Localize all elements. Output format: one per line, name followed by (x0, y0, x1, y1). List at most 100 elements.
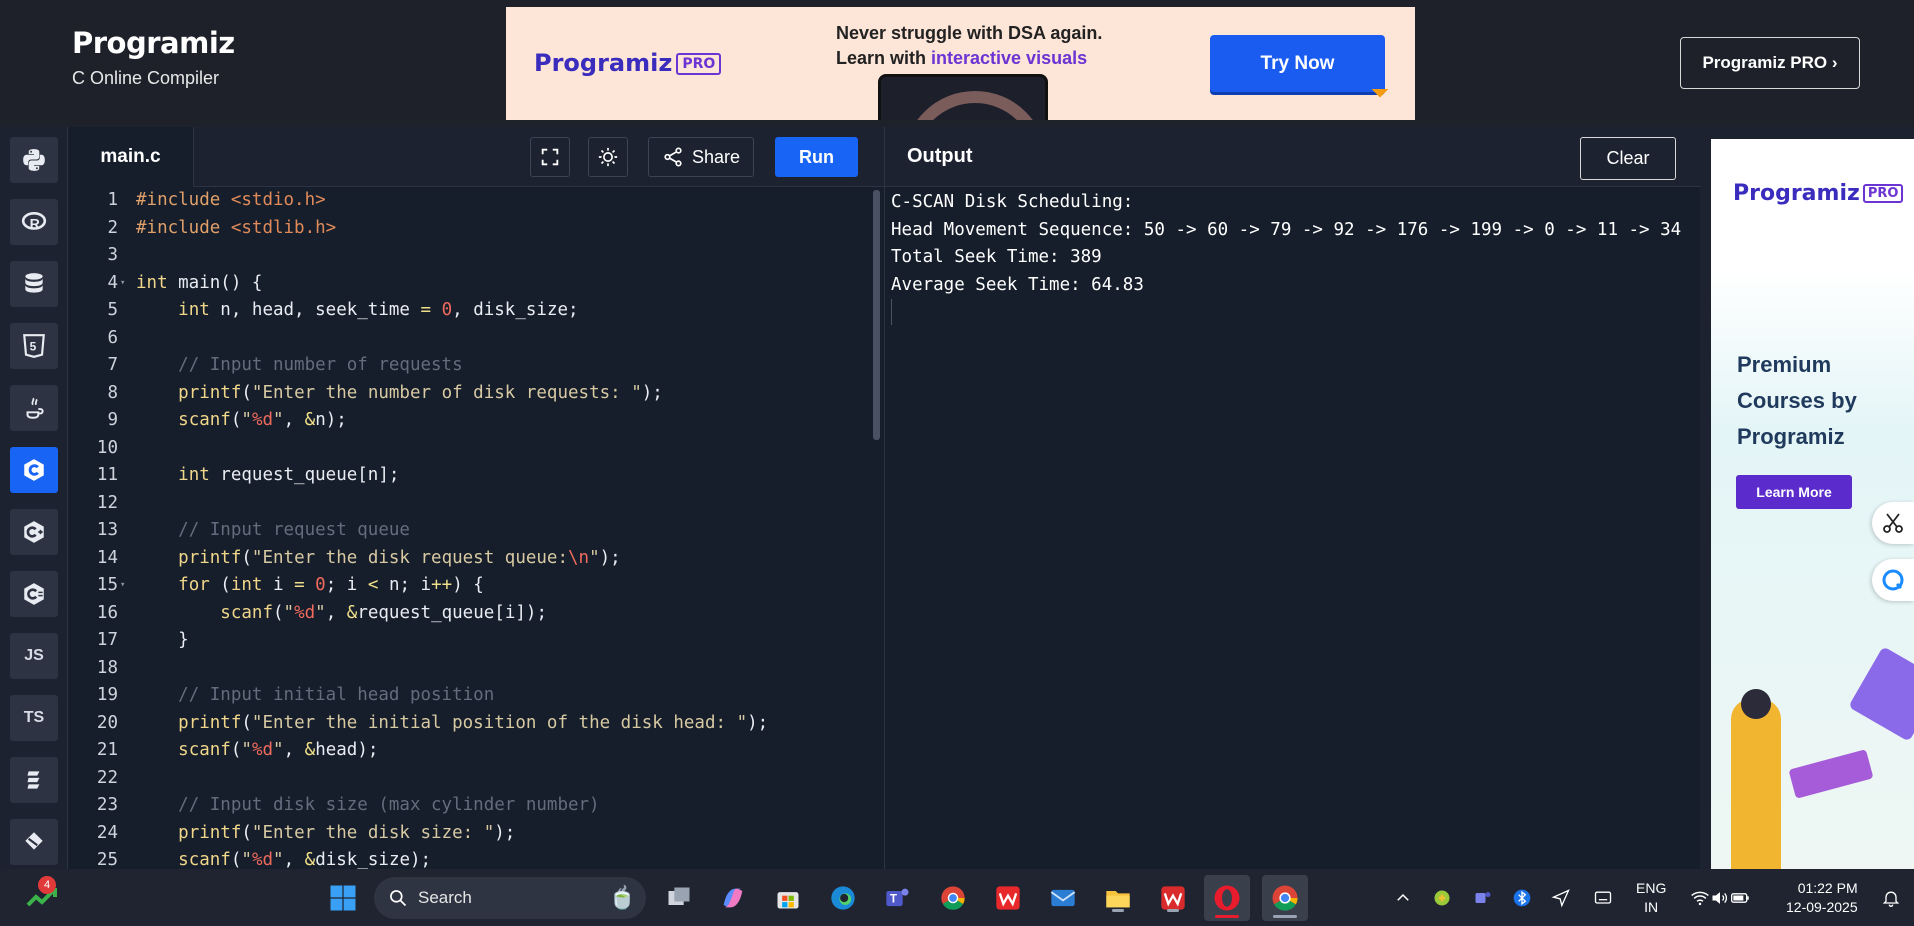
go-icon[interactable] (10, 757, 58, 803)
wps-office-icon[interactable] (991, 881, 1025, 915)
running-indicator (1215, 915, 1239, 918)
code-area[interactable]: 1 #include <stdio.h> 2 #include <stdlib.h> 3… (68, 187, 884, 869)
brand[interactable]: Programiz C Online Compiler (72, 26, 235, 89)
fullscreen-icon (541, 148, 559, 166)
programiz-logo[interactable]: Programiz (72, 26, 235, 60)
code-line[interactable]: 23 // Input disk size (max cylinder numb… (68, 792, 884, 820)
c-language-icon[interactable] (10, 447, 58, 493)
code-text: #include <stdio.h> (136, 190, 326, 210)
code-line[interactable]: 3 (68, 242, 884, 270)
side-ad-pro-tag: PRO (1862, 184, 1904, 203)
try-now-button[interactable]: Try Now (1210, 35, 1385, 92)
code-line[interactable]: 18 (68, 655, 884, 683)
code-line[interactable]: 20 printf("Enter the initial position of… (68, 710, 884, 738)
code-line[interactable]: 8 printf("Enter the number of disk reque… (68, 380, 884, 408)
top-ad-banner[interactable]: Programiz PRO Never struggle with DSA aga… (506, 7, 1415, 120)
output-panel: Output Clear C-SCAN Disk Scheduling: Head… (884, 127, 1701, 869)
wps-pdf-icon[interactable] (1156, 881, 1190, 915)
windows-start-icon[interactable] (326, 881, 360, 915)
code-line[interactable]: 15 ▾ for (int i = 0; i < n; i++) { (68, 572, 884, 600)
search-highlight-icon: 🍵 (608, 885, 636, 910)
code-line[interactable]: 12 (68, 490, 884, 518)
file-explorer-icon[interactable] (1101, 881, 1135, 915)
teams-icon[interactable]: T (881, 881, 915, 915)
cpp-icon[interactable] (10, 509, 58, 555)
learn-more-button[interactable]: Learn More (1736, 475, 1852, 509)
side-ad-heading: Premium Courses by Programiz (1737, 347, 1857, 455)
chat-assistant-icon[interactable] (1872, 559, 1914, 601)
location-icon[interactable] (1544, 881, 1578, 915)
fold-arrow-icon[interactable]: ▾ (120, 572, 125, 600)
code-line[interactable]: 19 // Input initial head position (68, 682, 884, 710)
scissors-icon[interactable] (1872, 502, 1914, 544)
teams-tray-icon[interactable] (1466, 881, 1500, 915)
chrome-icon[interactable] (936, 881, 970, 915)
python-icon[interactable] (10, 137, 58, 183)
security-tray-icon[interactable] (1425, 881, 1459, 915)
file-tab-main-c[interactable]: main.c (68, 127, 194, 187)
code-text: printf("Enter the number of disk request… (178, 382, 663, 403)
code-line[interactable]: 4 ▾ int main() { (68, 270, 884, 298)
code-line[interactable]: 22 (68, 765, 884, 793)
javascript-icon[interactable]: JS (10, 633, 58, 679)
output-input-caret (891, 299, 892, 325)
code-line[interactable]: 6 (68, 325, 884, 353)
code-line[interactable]: 1 #include <stdio.h> (68, 187, 884, 215)
fold-arrow-icon[interactable]: ▾ (120, 270, 125, 298)
fullscreen-button[interactable] (530, 137, 570, 177)
code-line[interactable]: 5 int n, head, seek_time = 0, disk_size; (68, 297, 884, 325)
line-number: 1 (107, 190, 118, 210)
edge-browser-icon[interactable] (826, 881, 860, 915)
html5-icon[interactable]: 5 (10, 323, 58, 369)
share-icon (664, 147, 682, 167)
code-text: scanf("%d", &request_queue[i]); (220, 602, 547, 623)
clear-button[interactable]: Clear (1580, 137, 1676, 180)
code-line[interactable]: 9 scanf("%d", &n); (68, 407, 884, 435)
mail-icon[interactable] (1046, 881, 1080, 915)
ad-line-1: Never struggle with DSA again. (836, 23, 1103, 43)
share-button[interactable]: Share (648, 137, 754, 177)
system-clock[interactable]: 01:22 PM 12-09-2025 (1786, 879, 1858, 917)
code-line[interactable]: 25 scanf("%d", &disk_size); (68, 847, 884, 869)
code-line[interactable]: 16 scanf("%d", &request_queue[i]); (68, 600, 884, 628)
code-line[interactable]: 7 // Input number of requests (68, 352, 884, 380)
line-number: 2 (107, 217, 118, 238)
touch-keyboard-icon[interactable] (1586, 881, 1620, 915)
page-subtitle: C Online Compiler (72, 68, 220, 88)
opera-browser-icon[interactable] (1204, 875, 1250, 921)
code-line[interactable]: 11 int request_queue[n]; (68, 462, 884, 490)
code-line[interactable]: 2 #include <stdlib.h> (68, 215, 884, 243)
output-console[interactable]: C-SCAN Disk Scheduling: Head Movement Seq… (891, 189, 1681, 299)
input-language-indicator[interactable]: ENG IN (1636, 879, 1666, 917)
code-line[interactable]: 21 scanf("%d", &head); (68, 737, 884, 765)
code-line[interactable]: 17 } (68, 627, 884, 655)
code-line[interactable]: 13 // Input request queue (68, 517, 884, 545)
task-view-icon[interactable] (662, 881, 696, 915)
code-line[interactable]: 14 printf("Enter the disk request queue:… (68, 545, 884, 573)
bluetooth-icon[interactable] (1505, 881, 1539, 915)
microsoft-store-icon[interactable] (771, 881, 805, 915)
typescript-icon[interactable]: TS (10, 695, 58, 741)
code-line[interactable]: 10 (68, 435, 884, 463)
code-text: // Input disk size (max cylinder number) (178, 795, 600, 815)
copilot-icon[interactable] (716, 881, 750, 915)
system-status-group[interactable] (1680, 881, 1760, 915)
chrome-profile-icon[interactable] (1262, 875, 1308, 921)
run-button[interactable]: Run (775, 137, 858, 177)
database-icon[interactable] (10, 261, 58, 307)
csharp-icon[interactable] (10, 571, 58, 617)
output-toolbar: Output Clear (885, 127, 1701, 187)
programiz-pro-button[interactable]: Programiz PRO › (1680, 37, 1860, 89)
java-icon[interactable] (10, 385, 58, 431)
code-line[interactable]: 24 printf("Enter the disk size: "); (68, 820, 884, 848)
r-language-icon[interactable]: R (10, 199, 58, 245)
line-number: 24 (96, 822, 118, 843)
volume-icon (1712, 892, 1727, 904)
taskbar-search[interactable]: Search 🍵 (374, 877, 646, 919)
theme-toggle-button[interactable] (588, 137, 628, 177)
editor-scrollbar[interactable] (873, 190, 880, 440)
output-line: Average Seek Time: 64.83 (891, 274, 1144, 295)
swift-icon[interactable] (10, 819, 58, 865)
chevron-up-icon[interactable] (1386, 881, 1420, 915)
notifications-bell-icon[interactable] (1874, 881, 1908, 915)
